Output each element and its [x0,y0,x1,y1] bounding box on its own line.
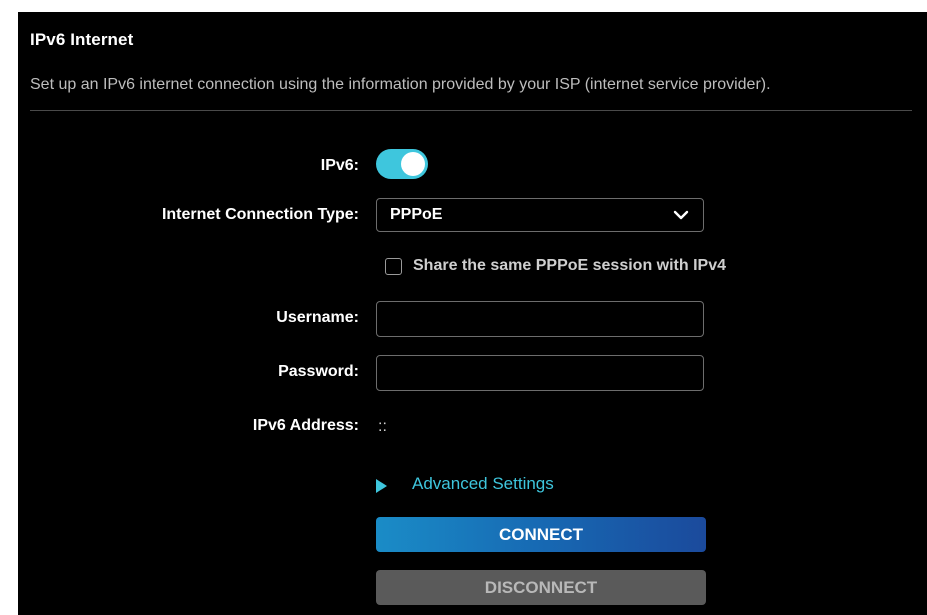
connect-button[interactable]: CONNECT [376,517,706,552]
disconnect-button[interactable]: DISCONNECT [376,570,706,605]
ipv6-label: IPv6: [320,157,359,174]
toggle-knob [401,152,425,176]
username-label: Username: [276,309,359,326]
advanced-settings-label: Advanced Settings [412,474,554,493]
share-session-checkbox[interactable] [385,258,402,275]
triangle-right-icon [376,479,387,493]
connection-type-value: PPPoE [390,206,443,223]
ipv6-toggle[interactable] [376,149,428,179]
ipv6-internet-panel: IPv6 Internet Set up an IPv6 internet co… [18,12,927,615]
connection-type-label: Internet Connection Type: [161,206,359,223]
connection-type-select[interactable]: PPPoE [376,198,704,232]
username-input[interactable] [376,301,704,337]
chevron-down-icon [673,210,689,220]
ipv6-address-value: :: [378,418,387,435]
section-divider [30,110,912,111]
password-label: Password: [278,363,359,380]
password-input[interactable] [376,355,704,391]
share-session-label: Share the same PPPoE session with IPv4 [413,257,727,274]
section-description: Set up an IPv6 internet connection using… [30,76,771,93]
section-title: IPv6 Internet [30,30,134,49]
ipv6-address-label: IPv6 Address: [252,417,359,434]
